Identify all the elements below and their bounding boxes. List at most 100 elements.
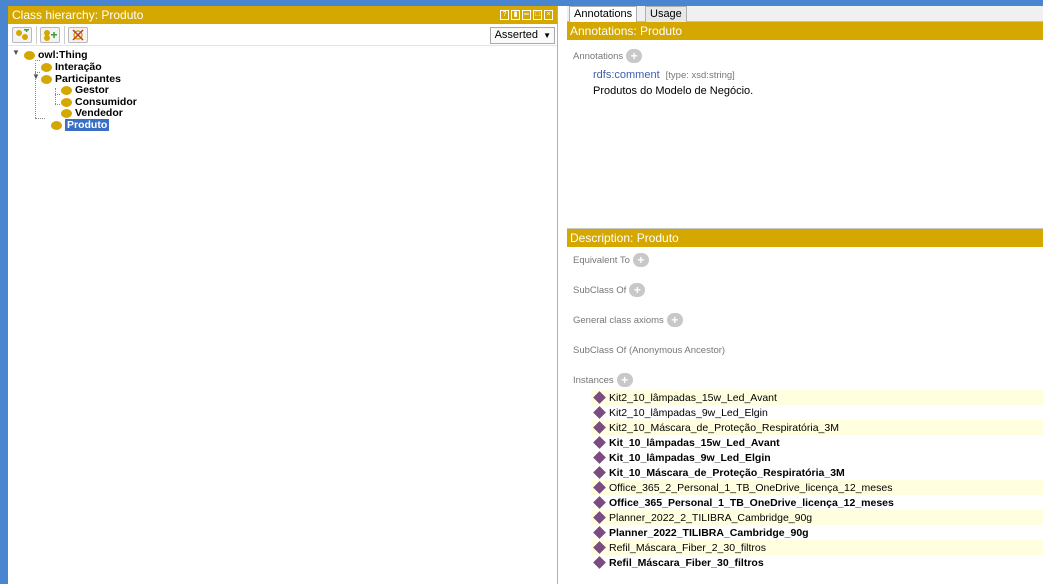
hierarchy-mode-value: Asserted <box>494 29 538 41</box>
add-subclass-button[interactable] <box>12 27 32 43</box>
instance-row[interactable]: Kit2_10_lâmpadas_15w_Led_Avant <box>591 390 1043 405</box>
individual-icon <box>593 451 606 464</box>
class-icon <box>41 62 52 72</box>
class-icon <box>41 74 52 84</box>
tree-node-interacao[interactable]: Interação <box>41 61 102 73</box>
tree-connector <box>35 118 45 119</box>
window-frame-left <box>0 0 8 584</box>
instance-row[interactable]: Kit_10_lâmpadas_9w_Led_Elgin <box>591 450 1043 465</box>
annotation-value-row: Produtos do Modelo de Negócio. <box>593 85 753 97</box>
add-instance-icon[interactable]: + <box>616 373 633 387</box>
class-details-pane: Annotations Usage Annotations: Produto A… <box>567 6 1043 584</box>
individual-icon <box>593 541 606 554</box>
maximize-icon[interactable]: □ <box>533 10 542 20</box>
instance-row[interactable]: Kit_10_Máscara_de_Proteção_Respiratória_… <box>591 465 1043 480</box>
individual-icon <box>593 421 606 434</box>
section-label: SubClass Of <box>573 284 627 296</box>
instance-label: Kit2_10_lâmpadas_9w_Led_Elgin <box>609 406 768 419</box>
tab-usage[interactable]: Usage <box>645 6 687 22</box>
instance-label: Kit2_10_lâmpadas_15w_Led_Avant <box>609 391 777 404</box>
hierarchy-mode-dropdown[interactable]: Asserted ▼ <box>489 27 555 44</box>
annotations-label: Annotations <box>573 50 624 62</box>
section-label: General class axioms <box>573 314 664 326</box>
collapse-toggle-icon[interactable]: ▼ <box>32 72 40 81</box>
tree-connector <box>55 104 60 105</box>
instance-row[interactable]: Kit2_10_lâmpadas_9w_Led_Elgin <box>591 405 1043 420</box>
collapse-toggle-icon[interactable]: ▼ <box>12 48 20 57</box>
individual-icon <box>593 436 606 449</box>
instance-row[interactable]: Kit_10_lâmpadas_15w_Led_Avant <box>591 435 1043 450</box>
add-general-axiom-icon[interactable]: + <box>666 313 683 327</box>
section-label: SubClass Of (Anonymous Ancestor) <box>573 345 726 356</box>
instance-row[interactable]: Planner_2022_TILIBRA_Cambridge_90g <box>591 525 1043 540</box>
class-icon <box>61 85 72 95</box>
instance-label: Office_365_Personal_1_TB_OneDrive_licenç… <box>609 496 894 509</box>
individual-icon <box>593 556 606 569</box>
pin-icon[interactable]: ▮ <box>511 10 520 20</box>
class-icon <box>61 108 72 118</box>
tree-node-gestor[interactable]: Gestor <box>61 84 109 96</box>
individual-icon <box>593 466 606 479</box>
instance-label: Refil_Máscara_Fiber_30_filtros <box>609 556 764 569</box>
details-tabs: Annotations Usage <box>567 6 1043 22</box>
section-label: Instances <box>573 374 614 386</box>
description-panel: Equivalent To + SubClass Of + General cl… <box>567 247 1043 584</box>
add-subclass-of-icon[interactable]: + <box>629 283 646 297</box>
add-subclass-icon <box>16 29 29 40</box>
tab-annotations[interactable]: Annotations <box>569 6 638 22</box>
add-sibling-button[interactable] <box>40 27 60 43</box>
instance-row[interactable]: Refil_Máscara_Fiber_30_filtros <box>591 555 1043 570</box>
tree-connector <box>55 88 56 104</box>
annotations-panel: Annotations + rdfs:comment [type: xsd:st… <box>567 40 1043 229</box>
instances-section: Instances + <box>573 373 633 387</box>
instance-label: Office_365_2_Personal_1_TB_OneDrive_lice… <box>609 481 893 494</box>
tree-node-produto[interactable]: Produto <box>51 119 110 131</box>
annotation-row[interactable]: rdfs:comment [type: xsd:string] <box>593 69 735 81</box>
class-hierarchy-pane: Class hierarchy: Produto ? ▮ ═ □ × Asser… <box>8 6 558 584</box>
add-equivalent-icon[interactable]: + <box>632 253 649 267</box>
split-icon[interactable]: ═ <box>522 10 531 20</box>
tree-node-vendedor[interactable]: Vendedor <box>61 107 123 119</box>
equivalent-to-section: Equivalent To + <box>573 253 649 267</box>
instance-label: Kit2_10_Máscara_de_Proteção_Respiratória… <box>609 421 839 434</box>
add-sibling-icon <box>44 30 57 41</box>
tree-node-label: Gestor <box>75 84 109 96</box>
instance-row[interactable]: Office_365_Personal_1_TB_OneDrive_licenç… <box>591 495 1043 510</box>
tab-label: Annotations <box>574 8 633 20</box>
class-tree: ▼ owl:Thing Interação ▼ Participantes Ge… <box>8 46 557 566</box>
individual-icon <box>593 391 606 404</box>
toolbar-separator <box>36 26 37 44</box>
class-toolbar: Asserted ▼ <box>8 24 557 46</box>
tree-connector <box>55 94 60 95</box>
class-hierarchy-title-bar: Class hierarchy: Produto ? ▮ ═ □ × <box>8 6 557 24</box>
instance-label: Kit_10_lâmpadas_9w_Led_Elgin <box>609 451 771 464</box>
toolbar-separator <box>64 26 65 44</box>
close-icon[interactable]: × <box>544 10 553 20</box>
instance-row[interactable]: Office_365_2_Personal_1_TB_OneDrive_lice… <box>591 480 1043 495</box>
instance-label: Planner_2022_2_TILIBRA_Cambridge_90g <box>609 511 813 524</box>
class-hierarchy-title: Class hierarchy: Produto <box>12 8 144 22</box>
annotations-title-bar: Annotations: Produto <box>567 22 1043 40</box>
tree-node-label: Interação <box>55 61 102 73</box>
class-icon <box>61 97 72 107</box>
instance-row[interactable]: Planner_2022_2_TILIBRA_Cambridge_90g <box>591 510 1043 525</box>
chevron-down-icon: ▼ <box>543 31 551 40</box>
view-controls: ? ▮ ═ □ × <box>500 10 553 20</box>
instance-row[interactable]: Refil_Máscara_Fiber_2_30_filtros <box>591 540 1043 555</box>
tab-label: Usage <box>650 8 682 20</box>
tree-node-label: Vendedor <box>75 107 123 119</box>
description-title: Description: Produto <box>570 231 679 245</box>
annotation-property: rdfs:comment <box>593 69 660 81</box>
delete-class-button[interactable] <box>68 27 88 43</box>
individual-icon <box>593 526 606 539</box>
tree-node-label: owl:Thing <box>38 49 88 61</box>
individual-icon <box>593 481 606 494</box>
add-annotation-icon[interactable]: + <box>626 49 643 63</box>
anonymous-ancestor-section: SubClass Of (Anonymous Ancestor) <box>573 345 725 356</box>
instance-row[interactable]: Kit2_10_Máscara_de_Proteção_Respiratória… <box>591 420 1043 435</box>
help-icon[interactable]: ? <box>500 10 509 20</box>
annotation-value: Produtos do Modelo de Negócio. <box>593 85 754 97</box>
class-icon <box>24 50 35 60</box>
tree-node-owl-thing[interactable]: owl:Thing <box>24 49 88 61</box>
instance-label: Kit_10_Máscara_de_Proteção_Respiratória_… <box>609 466 845 479</box>
